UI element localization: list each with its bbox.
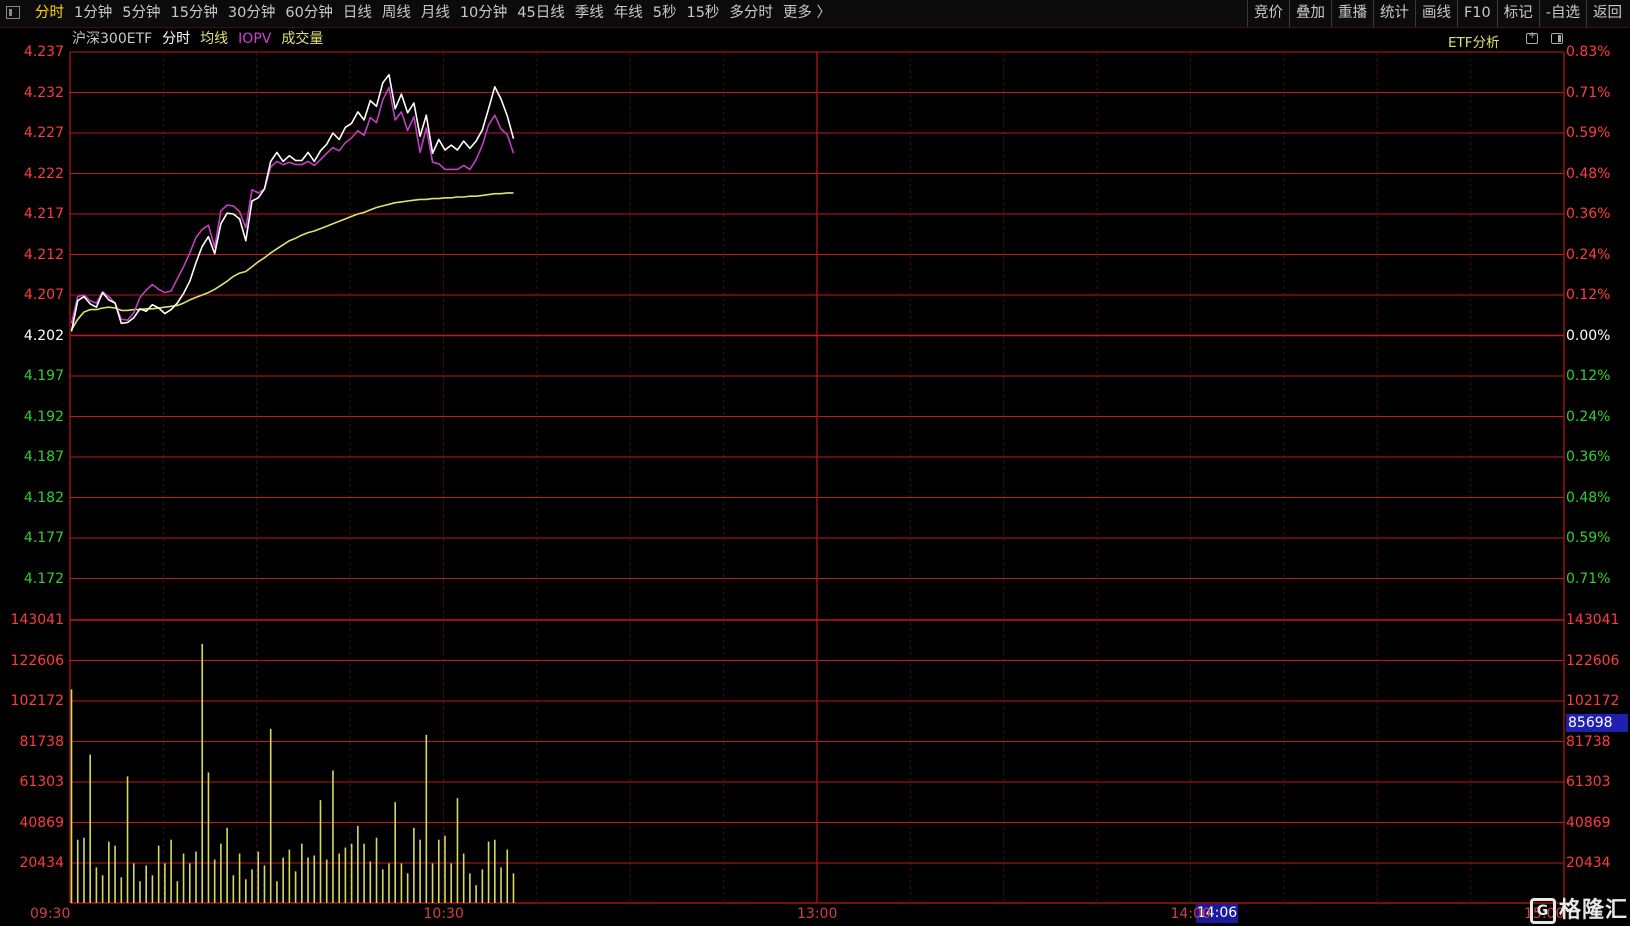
price-label-left: 4.197: [23, 368, 64, 384]
window-toggle-icon[interactable]: [6, 6, 20, 19]
price-label-left: 4.237: [23, 44, 64, 60]
volume-label-left: 143041: [10, 612, 64, 628]
volume-label-right: 40869: [1566, 814, 1611, 831]
period-tab[interactable]: 季线: [570, 0, 609, 27]
price-label-left: 4.202: [23, 327, 64, 344]
right-toolbar: 竞价 叠加 重播 统计 画线 F10 标记 -自选 返回: [1246, 0, 1628, 27]
percent-label-right: 0.24%: [1566, 408, 1611, 425]
period-tab[interactable]: 1分钟: [69, 0, 117, 27]
watermark-logo: G 格隆汇: [1530, 892, 1628, 924]
percent-label-right: 0.36%: [1566, 449, 1611, 465]
price-line: [70, 73, 515, 332]
tool-button[interactable]: 标记: [1496, 0, 1539, 27]
period-tab[interactable]: 45日线: [512, 0, 569, 27]
volume-label-right: 81738: [1566, 733, 1611, 750]
volume-label-left: 122606: [10, 652, 64, 669]
volume-label-left: 61303: [19, 774, 64, 790]
period-tab[interactable]: 15秒: [681, 0, 724, 27]
price-label-left: 4.232: [23, 84, 64, 101]
period-tab[interactable]: 更多 〉: [778, 0, 836, 27]
volume-label-right: 122606: [1566, 652, 1620, 669]
period-tab[interactable]: 月线: [416, 0, 455, 27]
price-label-left: 4.192: [23, 408, 64, 425]
percent-label-right: 0.00%: [1566, 327, 1611, 344]
price-label-left: 4.177: [23, 530, 64, 546]
price-label-left: 4.187: [23, 449, 64, 465]
volume-label-left: 81738: [19, 733, 64, 750]
tool-button[interactable]: F10: [1456, 0, 1497, 27]
percent-label-right: 0.12%: [1566, 287, 1611, 303]
price-label-left: 4.222: [23, 165, 64, 182]
time-label: 14:00: [1170, 906, 1211, 922]
period-tabs: 分时 1分钟 5分钟 15分钟 30分钟 60分钟 日线 周线 月线 10分钟 45日线 季线 年线 5秒…: [30, 0, 836, 27]
volume-label-left: 20434: [19, 855, 64, 871]
percent-label-right: 0.48%: [1566, 165, 1611, 182]
period-tab[interactable]: 5秒: [648, 0, 682, 27]
period-tab[interactable]: 周线: [377, 0, 416, 27]
percent-label-right: 0.48%: [1566, 489, 1611, 506]
time-label: 13:00: [797, 906, 838, 922]
tool-button[interactable]: 画线: [1414, 0, 1457, 27]
iopv-line: [70, 86, 515, 324]
tool-button[interactable]: 重播: [1330, 0, 1373, 27]
tool-button[interactable]: 返回: [1586, 0, 1628, 27]
time-label: 09:30: [30, 906, 71, 922]
period-tab[interactable]: 日线: [338, 0, 377, 27]
average-price-line: [70, 192, 514, 331]
percent-label-right: 0.59%: [1566, 125, 1611, 141]
percent-label-right: 0.12%: [1566, 368, 1611, 384]
period-tab[interactable]: 60分钟: [280, 0, 337, 27]
price-label-left: 4.212: [23, 246, 64, 263]
period-tab[interactable]: 多分时: [724, 0, 778, 27]
price-label-left: 4.217: [23, 206, 64, 222]
volume-label-left: 102172: [10, 693, 64, 709]
price-label-left: 4.207: [23, 287, 64, 303]
volume-label-right: 61303: [1566, 774, 1611, 790]
volume-cursor-value: 85698: [1566, 714, 1628, 732]
period-tab[interactable]: 分时: [30, 0, 69, 27]
price-label-left: 4.172: [23, 570, 64, 587]
time-label: 10:30: [423, 906, 464, 922]
percent-label-right: 0.24%: [1566, 246, 1611, 263]
volume-label-right: 143041: [1566, 612, 1620, 628]
period-tab[interactable]: 5分钟: [117, 0, 165, 27]
tool-button[interactable]: 叠加: [1288, 0, 1331, 27]
tool-button[interactable]: -自选: [1538, 0, 1586, 27]
period-tab[interactable]: 年线: [609, 0, 648, 27]
percent-label-right: 0.71%: [1566, 570, 1611, 587]
tool-button[interactable]: 统计: [1372, 0, 1415, 27]
price-label-left: 4.182: [23, 489, 64, 506]
volume-label-right: 20434: [1566, 855, 1611, 871]
percent-label-right: 0.36%: [1566, 206, 1611, 222]
period-tab[interactable]: 15分钟: [165, 0, 222, 27]
tool-button[interactable]: 竞价: [1246, 0, 1289, 27]
period-toolbar: 分时 1分钟 5分钟 15分钟 30分钟 60分钟 日线 周线 月线 10分钟 45日线 季线 年线 5秒…: [0, 0, 1630, 28]
price-label-left: 4.227: [23, 125, 64, 141]
volume-label-right: 102172: [1566, 693, 1620, 709]
period-tab[interactable]: 30分钟: [223, 0, 280, 27]
percent-label-right: 0.71%: [1566, 84, 1611, 101]
percent-label-right: 0.59%: [1566, 530, 1611, 546]
percent-label-right: 0.83%: [1566, 44, 1611, 60]
volume-label-left: 40869: [19, 814, 64, 831]
period-tab[interactable]: 10分钟: [455, 0, 512, 27]
timeshare-chart[interactable]: [0, 28, 1630, 926]
